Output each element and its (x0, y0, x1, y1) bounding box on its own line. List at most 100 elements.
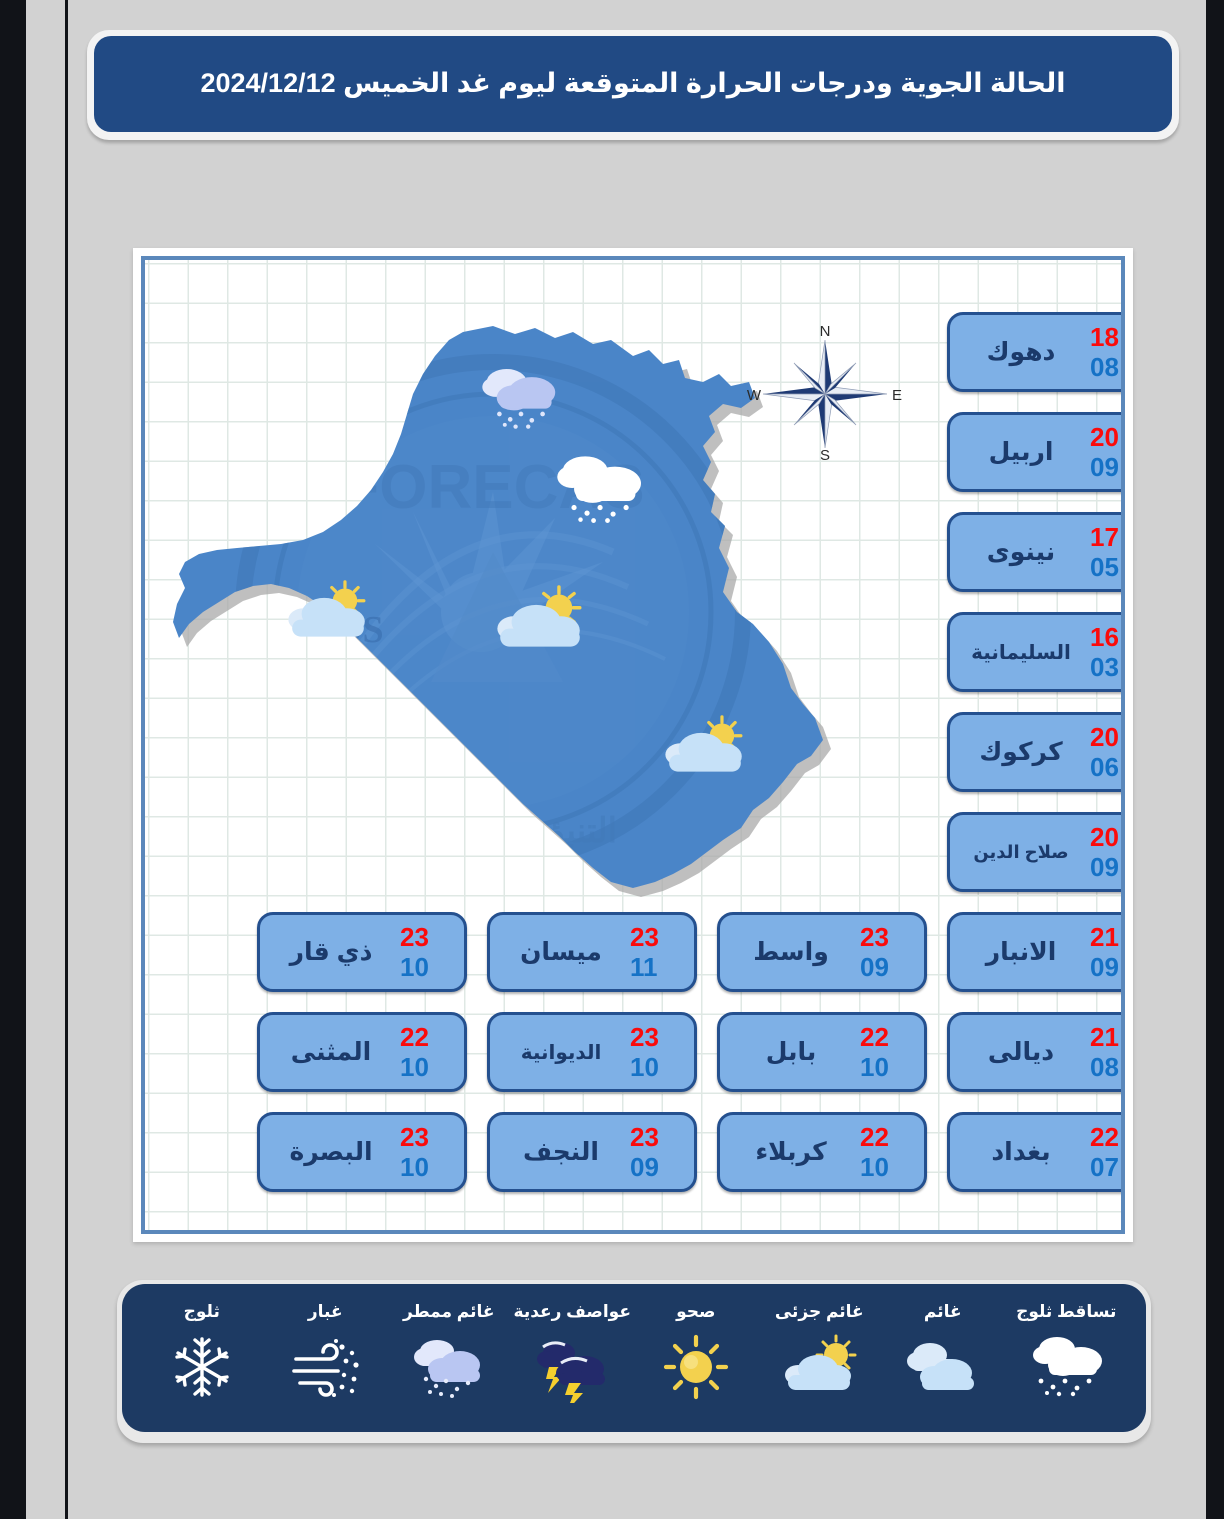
governorate-card-wasit[interactable]: واسط 23 09 (717, 912, 927, 992)
governorate-name: السليمانية (971, 641, 1071, 664)
temp-max: 23 (630, 1122, 659, 1152)
temp-min: 10 (630, 1052, 659, 1082)
governorate-card-diyala[interactable]: ديالى 21 08 (947, 1012, 1121, 1092)
legend-label: غائم (923, 1302, 962, 1321)
legend-item-snowfall[interactable]: تساقط ثلوج (1010, 1295, 1122, 1421)
cloudy-icon (904, 1329, 982, 1405)
temp-max: 23 (630, 922, 659, 952)
temp-max: 20 (1090, 722, 1119, 752)
temp-min: 10 (400, 1052, 429, 1082)
governorate-name: بغداد (991, 1138, 1051, 1166)
temp-min: 09 (630, 1152, 659, 1182)
temperature-group: 22 10 (860, 1024, 924, 1080)
governorate-name: بابل (765, 1038, 817, 1066)
partly-cloudy-icon (497, 585, 582, 647)
governorate-card-nineveh[interactable]: نينوى 17 05 (947, 512, 1121, 592)
temp-min: 06 (1090, 752, 1119, 782)
temp-max: 21 (1090, 1022, 1119, 1052)
governorate-card-dhiqar[interactable]: ذي قار 23 10 (257, 912, 467, 992)
temperature-group: 23 10 (400, 924, 464, 980)
document-sheet: الحالة الجوية ودرجات الحرارة المتوقعة لي… (71, 0, 1206, 1519)
temp-min: 10 (400, 952, 429, 982)
thunderstorm-icon (533, 1329, 611, 1405)
partly-cloudy-icon (288, 580, 366, 637)
legend-item-partly-cloudy[interactable]: غائم جزئى (763, 1295, 875, 1421)
governorate-name: المثنى (290, 1038, 372, 1066)
temp-max: 21 (1090, 922, 1119, 952)
temp-max: 23 (860, 922, 889, 952)
governorate-card-dahuk[interactable]: دهوك 18 08 (947, 312, 1121, 392)
governorate-card-erbil[interactable]: اربيل 20 09 (947, 412, 1121, 492)
page-root: الحالة الجوية ودرجات الحرارة المتوقعة لي… (0, 0, 1224, 1519)
temperature-group: 20 09 (1090, 422, 1121, 482)
map-panel-frame: FORECAS IMOS التنبؤ (133, 248, 1133, 1242)
temperature-group: 22 10 (860, 1124, 924, 1180)
snow-cloud-icon (557, 456, 641, 523)
partly-cloudy-icon (665, 715, 743, 772)
governorate-name: الانبار (985, 938, 1057, 966)
governorate-card-basra[interactable]: البصرة 23 10 (257, 1112, 467, 1192)
governorate-name: دهوك (986, 338, 1056, 366)
temperature-group: 16 03 (1090, 622, 1121, 680)
legend-label: عواصف رعدية (513, 1302, 631, 1321)
governorate-card-salahaddin[interactable]: صلاح الدين 20 09 (947, 812, 1121, 892)
compass-west-label: W (747, 387, 762, 404)
governorate-card-kirkuk[interactable]: كركوك 20 06 (947, 712, 1121, 792)
title-bar-frame: الحالة الجوية ودرجات الحرارة المتوقعة لي… (87, 30, 1179, 140)
temp-max: 22 (860, 1022, 889, 1052)
legend-label: غبار (307, 1302, 343, 1321)
governorate-name: الديوانية (520, 1041, 602, 1064)
temp-min: 09 (860, 952, 889, 982)
governorate-name: ذي قار (289, 938, 373, 966)
governorate-card-maysan[interactable]: ميسان 23 11 (487, 912, 697, 992)
legend-item-rain[interactable]: غائم ممطر (393, 1295, 505, 1421)
governorate-name: البصرة (289, 1138, 373, 1166)
temp-min: 09 (1090, 952, 1119, 982)
governorate-name: ديالى (987, 1038, 1055, 1066)
temp-max: 20 (1090, 422, 1119, 452)
governorate-name: نينوى (986, 538, 1056, 566)
map-panel: FORECAS IMOS التنبؤ (141, 256, 1125, 1234)
legend-item-dust[interactable]: غبار (269, 1295, 381, 1421)
snow-cloud-icon (1027, 1329, 1105, 1405)
temp-max: 23 (630, 1022, 659, 1052)
legend-item-cloudy[interactable]: غائم (887, 1295, 999, 1421)
governorate-card-muthanna[interactable]: المثنى 22 10 (257, 1012, 467, 1092)
partly-cloudy-icon (780, 1329, 858, 1405)
temperature-group: 22 07 (1090, 1122, 1121, 1180)
temp-min: 10 (860, 1052, 889, 1082)
governorate-card-karbala[interactable]: كربلاء 22 10 (717, 1112, 927, 1192)
legend-item-clear[interactable]: صحو (640, 1295, 752, 1421)
weather-legend: تساقط ثلوج غائم غائم جزئى صحو عواصف رعدي… (122, 1284, 1146, 1432)
temp-min: 09 (1090, 452, 1119, 482)
compass-east-label: E (892, 387, 902, 404)
governorate-card-diwaniyah[interactable]: الديوانية 23 10 (487, 1012, 697, 1092)
temp-max: 17 (1090, 522, 1119, 552)
legend-label: تساقط ثلوج (1016, 1302, 1117, 1321)
temp-max: 23 (400, 922, 429, 952)
temp-max: 22 (400, 1022, 429, 1052)
governorate-card-anbar[interactable]: الانبار 21 09 (947, 912, 1121, 992)
temp-min: 10 (860, 1152, 889, 1182)
svg-text:التنبؤ: التنبؤ (547, 812, 617, 851)
legend-item-thunderstorm[interactable]: عواصف رعدية (513, 1295, 631, 1421)
temperature-group: 23 09 (630, 1124, 694, 1180)
governorate-card-baghdad[interactable]: بغداد 22 07 (947, 1112, 1121, 1192)
temperature-group: 23 11 (630, 924, 694, 980)
legend-label: غائم جزئى (774, 1302, 864, 1321)
temperature-group: 20 06 (1090, 722, 1121, 782)
compass-north-label: N (820, 323, 831, 340)
temp-max: 16 (1090, 622, 1119, 652)
temp-max: 22 (1090, 1122, 1119, 1152)
legend-item-snow[interactable]: ثلوج (146, 1295, 258, 1421)
governorate-name: ميسان (520, 938, 602, 966)
temp-min: 11 (630, 952, 658, 982)
governorate-card-babil[interactable]: بابل 22 10 (717, 1012, 927, 1092)
compass-rose-icon: N S E W (747, 323, 902, 464)
temp-max: 23 (400, 1122, 429, 1152)
temperature-group: 20 09 (1090, 824, 1121, 880)
governorate-name: النجف (523, 1138, 599, 1166)
governorate-card-najaf[interactable]: النجف 23 09 (487, 1112, 697, 1192)
temperature-group: 18 08 (1090, 324, 1121, 380)
governorate-card-sulaymaniyah[interactable]: السليمانية 16 03 (947, 612, 1121, 692)
